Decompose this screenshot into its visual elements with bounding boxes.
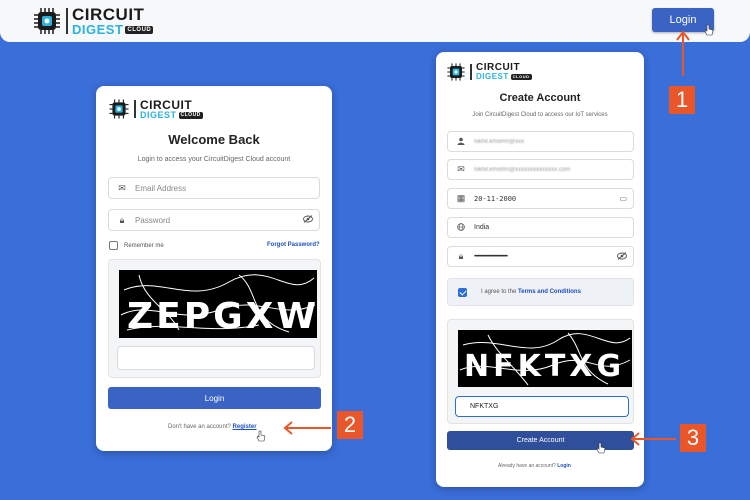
logo-text: CIRCUIT DIGEST CLOUD — [140, 99, 203, 120]
logo-divider — [66, 8, 68, 34]
no-account-text: Don't have an account? — [168, 424, 231, 430]
signup-subtitle: Join CircuitDigest Cloud to access our I… — [472, 112, 608, 118]
logo-word-digest: DIGEST CLOUD — [72, 22, 154, 37]
register-link[interactable]: Register — [233, 424, 257, 430]
remember-me-row[interactable]: Remember me — [109, 241, 164, 250]
annotation-badge-1: 1 — [669, 86, 695, 114]
top-nav-bar: CIRCUIT DIGEST CLOUD Login — [0, 0, 750, 42]
signup-card-logo: CIRCUIT DIGEST CLOUD — [446, 62, 532, 82]
signup-captcha-image: NFKTXG — [458, 330, 632, 387]
logo-cloud-tag: CLOUD — [178, 111, 203, 119]
signup-title: Create Account — [499, 92, 581, 104]
signup-email-field[interactable]: ✉ nikhil.kmomn@xxxxxxxxxxxxxx.com — [447, 159, 634, 180]
remember-me-checkbox[interactable] — [109, 241, 118, 250]
have-account-text: Already have an account? — [498, 463, 556, 469]
forgot-password-link[interactable]: Forgot Password? — [267, 242, 320, 248]
country-field[interactable]: India — [447, 217, 634, 238]
logo-divider — [134, 100, 136, 118]
annotation-arrow-left — [283, 421, 331, 435]
login-submit-button[interactable]: Login — [108, 387, 321, 409]
logo-cloud-tag: CLOUD — [510, 74, 532, 80]
signup-card: CIRCUIT DIGEST CLOUD Create Account Join … — [436, 52, 644, 487]
envelope-icon: ✉ — [457, 164, 465, 174]
logo-text: CIRCUIT DIGEST CLOUD — [476, 63, 532, 81]
eye-slash-icon[interactable] — [303, 215, 313, 225]
signup-captcha-text: NFKTXG — [464, 349, 625, 384]
dob-value: 20-11-2000 — [474, 194, 517, 203]
annotation-arrow-left — [630, 432, 676, 446]
login-captcha-text: ZEPGXW — [127, 296, 317, 337]
login-title: Welcome Back — [168, 132, 260, 147]
logo-word-digest: DIGEST CLOUD — [140, 109, 203, 120]
logo-digest-text: DIGEST — [140, 109, 177, 120]
terms-checkbox[interactable] — [458, 287, 467, 297]
hand-cursor-icon — [596, 442, 606, 454]
email-field[interactable]: ✉ Email Address — [108, 177, 320, 199]
hand-cursor-icon — [256, 430, 266, 442]
login-card-logo: CIRCUIT DIGEST CLOUD — [108, 98, 203, 120]
country-value: India — [474, 224, 490, 231]
lock-icon: 🔒︎ — [119, 214, 125, 225]
login-subtitle: Login to access your CircuitDigest Cloud… — [137, 156, 291, 163]
logo-word-circuit: CIRCUIT — [140, 97, 193, 112]
annotation-badge-3: 3 — [680, 424, 706, 452]
hand-cursor-icon — [704, 24, 714, 36]
terms-link[interactable]: Terms and Conditions — [518, 289, 581, 295]
dob-field[interactable]: ▦ 20-11-2000 ▭ — [447, 188, 634, 209]
login-captcha-container: ZEPGXW — [108, 259, 321, 378]
password-field[interactable]: 🔒︎ Password — [108, 209, 320, 231]
password-placeholder: Password — [135, 215, 171, 225]
envelope-icon: ✉ — [118, 182, 126, 193]
annotation-arrow-up — [676, 30, 690, 76]
login-prompt: Already have an account? Login — [498, 463, 571, 469]
login-card: CIRCUIT DIGEST CLOUD Welcome Back Login t… — [96, 86, 332, 451]
email-placeholder: Email Address — [135, 183, 187, 193]
signup-login-link[interactable]: Login — [557, 463, 571, 469]
logo-word-circuit: CIRCUIT — [72, 5, 145, 24]
logo-text: CIRCUIT DIGEST CLOUD — [72, 5, 154, 37]
signup-captcha-container: NFKTXG NFKTXG — [447, 319, 634, 424]
name-value: nikhil.kmomn@xxx — [474, 138, 525, 145]
calendar-icon: ▦ — [456, 193, 466, 203]
signup-email-value: nikhil.kmomn@xxxxxxxxxxxxxx.com — [474, 166, 571, 173]
logo-digest-text: DIGEST — [476, 72, 509, 81]
login-captcha-input[interactable] — [117, 346, 315, 370]
signup-captcha-input[interactable]: NFKTXG — [455, 396, 629, 417]
globe-icon — [454, 222, 468, 233]
terms-row[interactable]: I agree to the Terms and Conditions — [447, 278, 634, 306]
terms-prefix: I agree to the — [481, 289, 517, 295]
name-field[interactable]: nikhil.kmomn@xxx — [447, 131, 634, 152]
brand-logo[interactable]: CIRCUIT DIGEST CLOUD — [32, 5, 154, 37]
chip-logo-icon — [108, 98, 130, 120]
lock-icon: 🔒︎ — [458, 251, 464, 261]
logo-divider — [470, 64, 472, 80]
date-picker-icon[interactable]: ▭ — [619, 194, 627, 203]
register-prompt: Don't have an account? Register — [168, 424, 257, 430]
chip-logo-icon — [446, 62, 466, 82]
eye-slash-icon[interactable] — [617, 251, 627, 262]
login-captcha-image: ZEPGXW — [119, 270, 317, 338]
signup-password-value: •••••••••••••••••••••••••••••• — [474, 253, 508, 260]
annotation-badge-2: 2 — [337, 411, 363, 439]
remember-me-label: Remember me — [124, 242, 164, 249]
chip-logo-icon — [32, 6, 62, 36]
terms-text: I agree to the Terms and Conditions — [481, 289, 581, 295]
user-icon — [454, 137, 468, 147]
signup-captcha-input-value: NFKTXG — [470, 403, 499, 410]
logo-digest-text: DIGEST — [72, 22, 124, 37]
logo-cloud-tag: CLOUD — [125, 25, 154, 34]
logo-word-digest: DIGEST CLOUD — [476, 73, 532, 81]
signup-password-field[interactable]: 🔒︎ •••••••••••••••••••••••••••••• — [447, 246, 634, 267]
